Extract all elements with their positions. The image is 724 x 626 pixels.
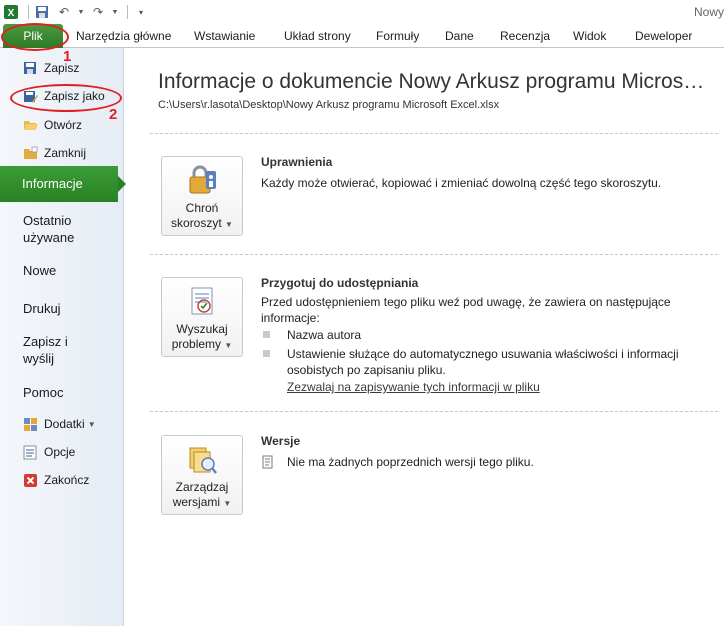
window-title: Nowy	[693, 5, 724, 19]
prepare-title: Przygotuj do udostępniania	[261, 276, 419, 290]
tab-data[interactable]: Dane	[445, 29, 474, 43]
toolbar-separator	[28, 5, 29, 19]
tab-view[interactable]: Widok	[573, 29, 606, 43]
backstage-nav: Zapisz Zapisz jako Otwórz Zamknij Inform…	[0, 48, 126, 626]
nav-print[interactable]: Drukuj	[23, 300, 61, 317]
nav-recent[interactable]: Ostatnio używane	[23, 212, 74, 246]
save-icon[interactable]	[33, 3, 51, 21]
quick-access-toolbar: X ↶ ▼ ↷ ▼ ▾ Nowy	[0, 0, 724, 24]
annotation-number-1: 1	[63, 48, 72, 65]
inspect-document-icon	[184, 286, 220, 318]
nav-save-as[interactable]: Zapisz jako	[0, 86, 124, 106]
addins-icon	[22, 416, 38, 432]
redo-icon[interactable]: ↷	[89, 3, 107, 21]
dropdown-arrow-icon: ▼	[225, 220, 233, 229]
folder-close-icon	[22, 145, 38, 161]
nav-new[interactable]: Nowe	[23, 262, 56, 279]
manage-versions-icon	[184, 444, 220, 476]
check-for-issues-button[interactable]: Wyszukaj problemy ▼	[161, 277, 243, 357]
lock-keys-icon	[184, 165, 220, 197]
nav-open[interactable]: Otwórz	[0, 115, 124, 135]
prepare-text: Przed udostępnieniem tego pliku weź pod …	[261, 295, 671, 325]
permissions-title: Uprawnienia	[261, 155, 333, 169]
nav-exit[interactable]: Zakończ	[0, 470, 124, 490]
section-divider	[150, 133, 718, 134]
section-divider	[150, 254, 718, 255]
section-divider	[150, 411, 718, 412]
tab-review[interactable]: Recenzja	[500, 29, 550, 43]
file-path: C:\Users\r.lasota\Desktop\Nowy Arkusz pr…	[158, 99, 500, 111]
nav-help[interactable]: Pomoc	[23, 384, 63, 401]
manage-versions-button[interactable]: Zarządzaj wersjami ▼	[161, 435, 243, 515]
svg-text:X: X	[8, 8, 15, 19]
ribbon-tabs: Plik Narzędzia główne Wstawianie Układ s…	[0, 24, 724, 48]
nav-save[interactable]: Zapisz	[0, 58, 124, 78]
excel-logo-icon: X	[2, 3, 20, 21]
bullet-author: Nazwa autora	[287, 328, 362, 342]
undo-icon[interactable]: ↶	[55, 3, 73, 21]
nav-info[interactable]: Informacje	[0, 166, 126, 202]
dropdown-arrow-icon: ▼	[223, 499, 232, 508]
tab-formulas[interactable]: Formuły	[376, 29, 419, 43]
permissions-text: Każdy może otwierać, kopiować i zmieniać…	[261, 176, 662, 190]
tab-home[interactable]: Narzędzia główne	[76, 29, 171, 43]
nav-save-send[interactable]: Zapisz i wyślij	[23, 333, 68, 367]
bullet-auto-remove: Ustawienie służące do automatycznego usu…	[287, 347, 679, 377]
toolbar-separator	[127, 5, 128, 19]
page-title: Informacje o dokumencie Nowy Arkusz prog…	[158, 70, 705, 93]
dropdown-arrow-icon[interactable]: ▼	[111, 3, 119, 21]
tab-developer[interactable]: Deweloper	[635, 29, 692, 43]
dropdown-arrow-icon[interactable]: ▼	[77, 3, 85, 21]
options-icon	[22, 444, 38, 460]
dropdown-arrow-icon: ▼	[87, 419, 96, 429]
tab-insert[interactable]: Wstawianie	[194, 29, 255, 43]
dropdown-arrow-icon: ▼	[224, 341, 233, 350]
nav-addins[interactable]: Dodatki ▼	[0, 414, 124, 434]
nav-close[interactable]: Zamknij	[0, 143, 124, 163]
exit-icon	[22, 472, 38, 488]
version-document-icon	[261, 455, 275, 472]
nav-options[interactable]: Opcje	[0, 442, 124, 462]
tab-file[interactable]: Plik	[3, 24, 63, 48]
versions-title: Wersje	[261, 434, 301, 448]
bullet-marker	[263, 350, 270, 357]
folder-open-icon	[22, 117, 38, 133]
allow-save-info-link[interactable]: Zezwalaj na zapisywanie tych informacji …	[287, 380, 540, 394]
annotation-number-2: 2	[109, 106, 118, 123]
versions-text: Nie ma żadnych poprzednich wersji tego p…	[287, 455, 534, 469]
bullet-marker	[263, 331, 270, 338]
save-icon	[22, 60, 38, 76]
tab-page-layout[interactable]: Układ strony	[284, 29, 351, 43]
save-as-icon	[22, 88, 38, 104]
protect-workbook-button[interactable]: Chroń skoroszyt ▼	[161, 156, 243, 236]
customize-toolbar-icon[interactable]: ▾	[132, 3, 150, 21]
